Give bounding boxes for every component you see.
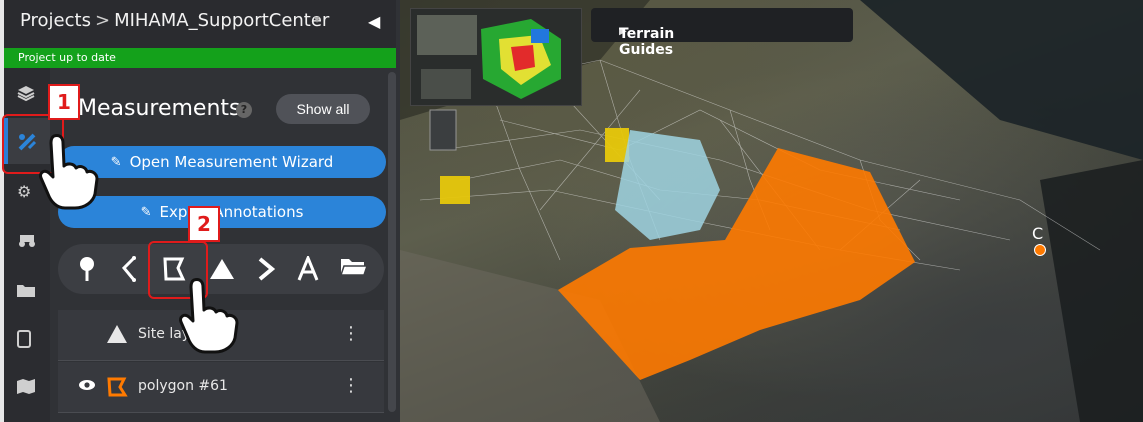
eye-icon[interactable] xyxy=(78,378,96,396)
more-options-icon[interactable]: ⋮ xyxy=(342,375,360,396)
tablet-icon[interactable] xyxy=(17,330,31,352)
panel-scrollbar[interactable] xyxy=(388,72,396,412)
open-wizard-label: Open Measurement Wizard xyxy=(129,153,334,171)
polygon-icon xyxy=(106,376,128,402)
point-label: C xyxy=(1032,224,1044,243)
pin-tool-icon[interactable] xyxy=(78,256,96,289)
gear-icon[interactable]: ⚙ xyxy=(17,182,31,201)
project-name[interactable]: MIHAMA_SupportCenter xyxy=(114,10,329,31)
breadcrumb[interactable]: Projects > MIHAMA_SupportCenter xyxy=(20,10,329,31)
step-badge: 1 xyxy=(48,84,80,120)
pointing-hand-icon xyxy=(39,134,99,210)
status-text: Project up to date xyxy=(18,51,116,64)
project-header: Projects > MIHAMA_SupportCenter ▾ ◀ xyxy=(4,0,396,48)
point-marker[interactable] xyxy=(1034,244,1046,256)
vehicle-icon[interactable] xyxy=(17,232,37,252)
map-viewport[interactable]: ▶ Terrain Guides C xyxy=(400,0,1143,422)
export-label: Export Annotations xyxy=(159,203,304,221)
terrain-guides-label: Terrain Guides xyxy=(619,26,675,58)
list-item-polygon[interactable]: polygon #61 ⋮ xyxy=(58,362,384,413)
folder-tool-icon[interactable] xyxy=(339,256,369,285)
export-annotations-button[interactable]: ✎ Export Annotations xyxy=(58,196,386,228)
breadcrumb-separator: > xyxy=(94,10,111,31)
collapse-panel-icon[interactable]: ◀ xyxy=(368,12,380,31)
map-icon[interactable] xyxy=(17,378,35,398)
more-options-icon[interactable]: ⋮ xyxy=(342,323,360,344)
help-icon[interactable]: ? xyxy=(236,102,252,118)
step-badge: 2 xyxy=(188,206,220,242)
text-tool-icon[interactable] xyxy=(296,254,320,289)
triangle-icon xyxy=(106,324,128,348)
layers-icon[interactable] xyxy=(17,84,35,106)
pencil-icon: ✎ xyxy=(110,154,122,170)
left-panel: Projects > MIHAMA_SupportCenter ▾ ◀ Projec… xyxy=(0,0,400,422)
pointing-hand-icon xyxy=(179,278,239,354)
arrow-tool-icon[interactable] xyxy=(256,256,276,289)
status-bar: Project up to date xyxy=(4,48,396,68)
equipment xyxy=(429,109,629,204)
show-all-button[interactable]: Show all xyxy=(276,94,370,124)
polygon-measurement[interactable] xyxy=(558,148,915,380)
pencil-icon: ✎ xyxy=(140,204,152,220)
open-measurement-wizard-button[interactable]: ✎ Open Measurement Wizard xyxy=(58,146,386,178)
breadcrumb-root[interactable]: Projects xyxy=(20,10,91,31)
polyline-tool-icon[interactable] xyxy=(120,256,140,289)
measurements-title: Measurements xyxy=(78,96,241,121)
folder-icon[interactable] xyxy=(17,282,35,301)
list-item-label: polygon #61 xyxy=(138,378,228,394)
project-dropdown-icon[interactable]: ▾ xyxy=(314,12,320,26)
minimap[interactable] xyxy=(410,8,582,106)
terrain-guides-panel[interactable]: ▶ Terrain Guides xyxy=(591,8,853,58)
